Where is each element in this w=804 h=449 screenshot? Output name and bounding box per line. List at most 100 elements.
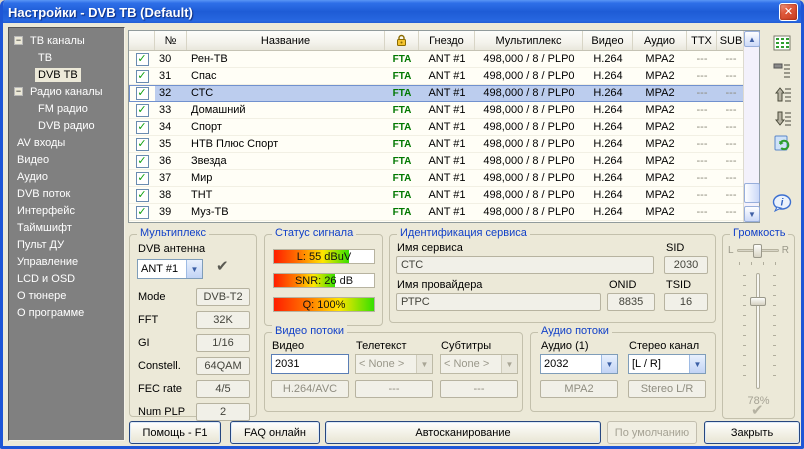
table-row[interactable]: ✓39Муз-ТВFTAANT #1498,000 / 8 / PLP0H.26… <box>129 204 759 221</box>
table-row[interactable]: ✓36ЗвездаFTAANT #1498,000 / 8 / PLP0H.26… <box>129 153 759 170</box>
sidebar-item[interactable]: FM радио <box>9 100 124 117</box>
stereo-select[interactable]: [L / R] ▼ <box>628 354 706 374</box>
row-checkbox-cell: ✓ <box>129 119 155 135</box>
sidebar-item[interactable]: Таймшифт <box>9 219 124 236</box>
cell-num: 30 <box>155 51 187 67</box>
header-sub[interactable]: SUB <box>717 31 745 50</box>
header-access[interactable] <box>385 31 419 50</box>
table-row[interactable]: ✓30Рен-ТВFTAANT #1498,000 / 8 / PLP0H.26… <box>129 51 759 68</box>
cell-sub: --- <box>717 119 745 135</box>
checkbox-checked-icon[interactable]: ✓ <box>136 70 149 83</box>
service-panel: Идентификация сервиса Имя сервиса SID СТ… <box>389 234 716 323</box>
header-socket[interactable]: Гнездо <box>419 31 475 50</box>
sidebar-item[interactable]: Видео <box>9 151 124 168</box>
cell-num: 35 <box>155 136 187 152</box>
checkbox-checked-icon[interactable]: ✓ <box>136 53 149 66</box>
autoscan-button[interactable]: Автосканирование <box>325 421 601 444</box>
table-row[interactable]: ✓33ДомашнийFTAANT #1498,000 / 8 / PLP0H.… <box>129 102 759 119</box>
vertical-scrollbar[interactable]: ▲ ▼ <box>743 31 759 222</box>
mux-field-value: 32K <box>196 311 250 329</box>
audio-streams-title: Аудио потоки <box>538 325 612 337</box>
table-row[interactable]: ✓34СпортFTAANT #1498,000 / 8 / PLP0H.264… <box>129 119 759 136</box>
stereo-label: Стерео канал <box>629 340 699 352</box>
sidebar-item-label: LCD и OSD <box>14 272 78 286</box>
checkbox-checked-icon[interactable]: ✓ <box>136 87 149 100</box>
channel-grid-icon[interactable] <box>771 33 793 53</box>
table-row[interactable]: ✓38ТНТFTAANT #1498,000 / 8 / PLP0H.264MP… <box>129 187 759 204</box>
help-button[interactable]: Помощь - F1 <box>129 421 221 444</box>
chevron-down-icon[interactable]: ▼ <box>689 355 705 373</box>
cell-access: FTA <box>385 187 419 203</box>
cell-mux: 498,000 / 8 / PLP0 <box>475 85 583 101</box>
chevron-down-icon[interactable]: ▼ <box>601 355 617 373</box>
scroll-up-icon[interactable]: ▲ <box>744 31 760 47</box>
sidebar-item[interactable]: Пульт ДУ <box>9 236 124 253</box>
apply-antenna-icon[interactable]: ✔ <box>216 257 229 275</box>
sidebar-item[interactable]: DVB поток <box>9 185 124 202</box>
scroll-down-icon[interactable]: ▼ <box>744 206 760 222</box>
cell-ttx: --- <box>687 119 717 135</box>
cell-socket: ANT #1 <box>419 170 475 186</box>
header-mux[interactable]: Мультиплекс <box>475 31 583 50</box>
cell-audio: MPA2 <box>633 153 687 169</box>
table-row[interactable]: ✓32СТСFTAANT #1498,000 / 8 / PLP0H.264MP… <box>129 85 759 102</box>
info-icon[interactable]: i <box>771 193 793 213</box>
header-ttx[interactable]: TTX <box>687 31 717 50</box>
apply-volume-icon[interactable]: ✔ <box>751 401 764 419</box>
sidebar-item[interactable]: О программе <box>9 304 124 321</box>
balance-slider-thumb[interactable] <box>753 244 762 258</box>
collapse-icon[interactable]: − <box>14 87 23 96</box>
sidebar-item[interactable]: DVB радио <box>9 117 124 134</box>
checkbox-checked-icon[interactable]: ✓ <box>136 104 149 117</box>
sidebar-item[interactable]: −Радио каналы <box>9 83 124 100</box>
checkbox-checked-icon[interactable]: ✓ <box>136 189 149 202</box>
sidebar-item[interactable]: −ТВ каналы <box>9 32 124 49</box>
cell-video: H.264 <box>583 187 633 203</box>
sidebar-item[interactable]: LCD и OSD <box>9 270 124 287</box>
close-dialog-button[interactable]: Закрыть <box>704 421 800 444</box>
checkbox-checked-icon[interactable]: ✓ <box>136 138 149 151</box>
sidebar-item[interactable]: О тюнере <box>9 287 124 304</box>
checkbox-checked-icon[interactable]: ✓ <box>136 121 149 134</box>
move-down-icon[interactable] <box>771 108 793 128</box>
antenna-select[interactable]: ANT #1 ▼ <box>137 259 203 279</box>
sidebar-item[interactable]: Аудио <box>9 168 124 185</box>
refresh-list-icon[interactable] <box>771 133 793 153</box>
cell-sub: --- <box>717 136 745 152</box>
header-audio[interactable]: Аудио <box>633 31 687 50</box>
checkbox-checked-icon[interactable]: ✓ <box>136 155 149 168</box>
sid-label: SID <box>666 242 684 254</box>
video-pid-input[interactable]: 2031 <box>271 354 349 374</box>
volume-slider-thumb[interactable] <box>750 297 766 306</box>
header-video[interactable]: Видео <box>583 31 633 50</box>
header-checkbox[interactable] <box>129 31 155 50</box>
cell-sub: --- <box>717 170 745 186</box>
cell-ttx: --- <box>687 170 717 186</box>
audio-pid-select[interactable]: 2032 ▼ <box>540 354 618 374</box>
sidebar-item[interactable]: Управление <box>9 253 124 270</box>
remove-channel-icon[interactable] <box>771 60 793 80</box>
cell-socket: ANT #1 <box>419 51 475 67</box>
close-button[interactable]: ✕ <box>779 3 798 21</box>
collapse-icon[interactable]: − <box>14 36 23 45</box>
table-row[interactable]: ✓31СпасFTAANT #1498,000 / 8 / PLP0H.264M… <box>129 68 759 85</box>
cell-audio: MPA2 <box>633 119 687 135</box>
checkbox-checked-icon[interactable]: ✓ <box>136 206 149 219</box>
sidebar-item[interactable]: AV входы <box>9 134 124 151</box>
sidebar-item-label: ТВ каналы <box>27 34 88 48</box>
table-row[interactable]: ✓37МирFTAANT #1498,000 / 8 / PLP0H.264MP… <box>129 170 759 187</box>
checkbox-checked-icon[interactable]: ✓ <box>136 172 149 185</box>
sidebar-item[interactable]: Интерфейс <box>9 202 124 219</box>
table-row[interactable]: ✓35НТВ Плюс СпортFTAANT #1498,000 / 8 / … <box>129 136 759 153</box>
sidebar-item[interactable]: ТВ <box>9 49 124 66</box>
move-up-icon[interactable] <box>771 84 793 104</box>
header-name[interactable]: Название <box>187 31 385 50</box>
volume-slider-track[interactable] <box>756 273 760 389</box>
subtitles-info-field: --- <box>440 380 518 398</box>
faq-button[interactable]: FAQ онлайн <box>230 421 320 444</box>
scroll-thumb[interactable] <box>744 183 760 203</box>
chevron-down-icon[interactable]: ▼ <box>186 260 202 278</box>
sidebar-item-label: FM радио <box>35 102 91 116</box>
sidebar-item[interactable]: DVB ТВ <box>9 66 124 83</box>
header-num[interactable]: № <box>155 31 187 50</box>
